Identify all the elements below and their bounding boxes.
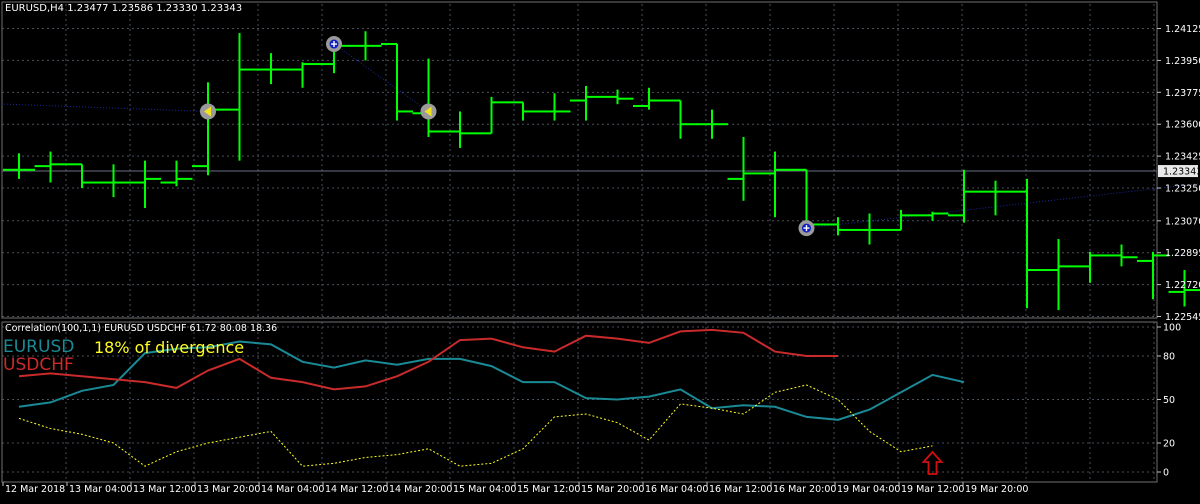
time-axis-label: 19 Mar 12:00 — [901, 484, 964, 495]
price-axis-label: 1.22545 — [1165, 312, 1200, 323]
buy-signal-icon[interactable] — [326, 36, 342, 52]
current-price-tag-label: 1.23343 — [1163, 167, 1200, 178]
price-axis-label: 1.23775 — [1165, 88, 1200, 99]
time-axis-label: 15 Mar 04:00 — [453, 484, 516, 495]
chart-window[interactable]: 1.24125 1.23950 1.23775 1.23600 1.23425 1.232… — [0, 0, 1200, 500]
time-axis-label: 14 Mar 04:00 — [261, 484, 324, 495]
price-axis-label: 1.23600 — [1165, 120, 1200, 131]
price-axis-label: 1.23250 — [1165, 184, 1200, 195]
price-axis-label: 1.22720 — [1165, 280, 1200, 291]
sell-signal-icon[interactable] — [200, 103, 216, 119]
time-axis-label: 16 Mar 04:00 — [645, 484, 708, 495]
price-axis-label: 1.23950 — [1165, 56, 1200, 67]
price-axis-label: 1.22895 — [1165, 248, 1200, 259]
indicator-axis-label: 80 — [1163, 352, 1175, 363]
time-axis-label: 13 Mar 04:00 — [69, 484, 132, 495]
price-axis-label: 1.23070 — [1165, 216, 1200, 227]
indicator-axis-label: 20 — [1163, 439, 1175, 450]
legend-eurusd: EURUSD — [3, 337, 74, 357]
indicator-axis-label: 50 — [1163, 395, 1175, 406]
legend-usdchf: USDCHF — [3, 355, 74, 375]
time-axis-label: 12 Mar 2018 — [5, 484, 65, 495]
indicator-axis-label: 0 — [1163, 468, 1169, 479]
price-axis-label: 1.24125 — [1165, 24, 1200, 35]
time-axis-label: 13 Mar 12:00 — [133, 484, 196, 495]
trading-terminal: 1.24125 1.23950 1.23775 1.23600 1.23425 1.232… — [0, 0, 1200, 500]
indicator-title: Correlation(100,1,1) EURUSD USDCHF 61.72… — [5, 323, 277, 334]
time-axis-label: 16 Mar 12:00 — [709, 484, 772, 495]
price-axis-label: 1.23425 — [1165, 152, 1200, 163]
time-axis-label: 14 Mar 20:00 — [389, 484, 452, 495]
time-axis-label: 15 Mar 20:00 — [581, 484, 644, 495]
time-axis-label: 13 Mar 20:00 — [197, 484, 260, 495]
buy-signal-icon[interactable] — [799, 220, 815, 236]
chart-symbol-title: EURUSD,H4 1.23477 1.23586 1.23330 1.2334… — [5, 3, 242, 14]
time-axis-label: 16 Mar 20:00 — [773, 484, 836, 495]
sell-signal-icon[interactable] — [421, 103, 437, 119]
time-axis-label: 14 Mar 12:00 — [325, 484, 388, 495]
time-axis-label: 15 Mar 12:00 — [517, 484, 580, 495]
divergence-label: 18% of divergence — [94, 338, 244, 357]
time-axis-label: 19 Mar 04:00 — [837, 484, 900, 495]
time-axis-label: 19 Mar 20:00 — [965, 484, 1028, 495]
chart-background — [0, 0, 1200, 500]
indicator-axis-label: 100 — [1163, 323, 1181, 334]
